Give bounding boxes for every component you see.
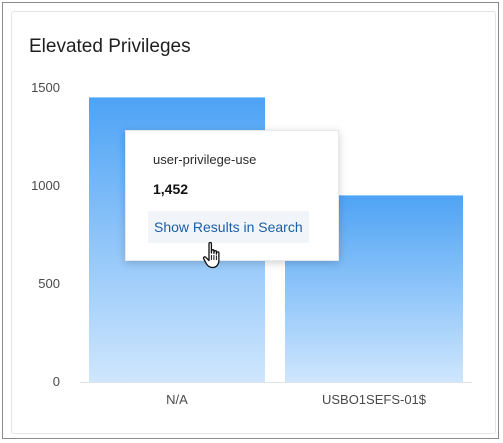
elevated-privileges-widget: Elevated Privileges 0 500 1000 1500 N/A USBO… [11,11,496,434]
y-tick-label: 0 [53,374,60,389]
show-results-in-search-link[interactable]: Show Results in Search [148,211,309,243]
x-tick-label: USBO1SEFS-01$ [322,392,427,407]
y-tick-label: 500 [38,276,60,291]
y-tick-label: 1000 [31,178,60,193]
tooltip-value: 1,452 [153,181,189,197]
screenshot-frame: Elevated Privileges 0 500 1000 1500 N/A USBO… [2,2,499,439]
y-tick-label: 1500 [31,80,60,95]
tooltip-series-name: user-privilege-use [153,152,257,167]
x-tick-label: N/A [166,392,188,407]
x-axis: N/A USBO1SEFS-01$ [80,382,472,407]
chart-tooltip: user-privilege-use 1,452 Show Results in… [125,130,339,261]
hand-pointer-icon [202,241,220,269]
y-axis: 0 500 1000 1500 [31,80,60,389]
